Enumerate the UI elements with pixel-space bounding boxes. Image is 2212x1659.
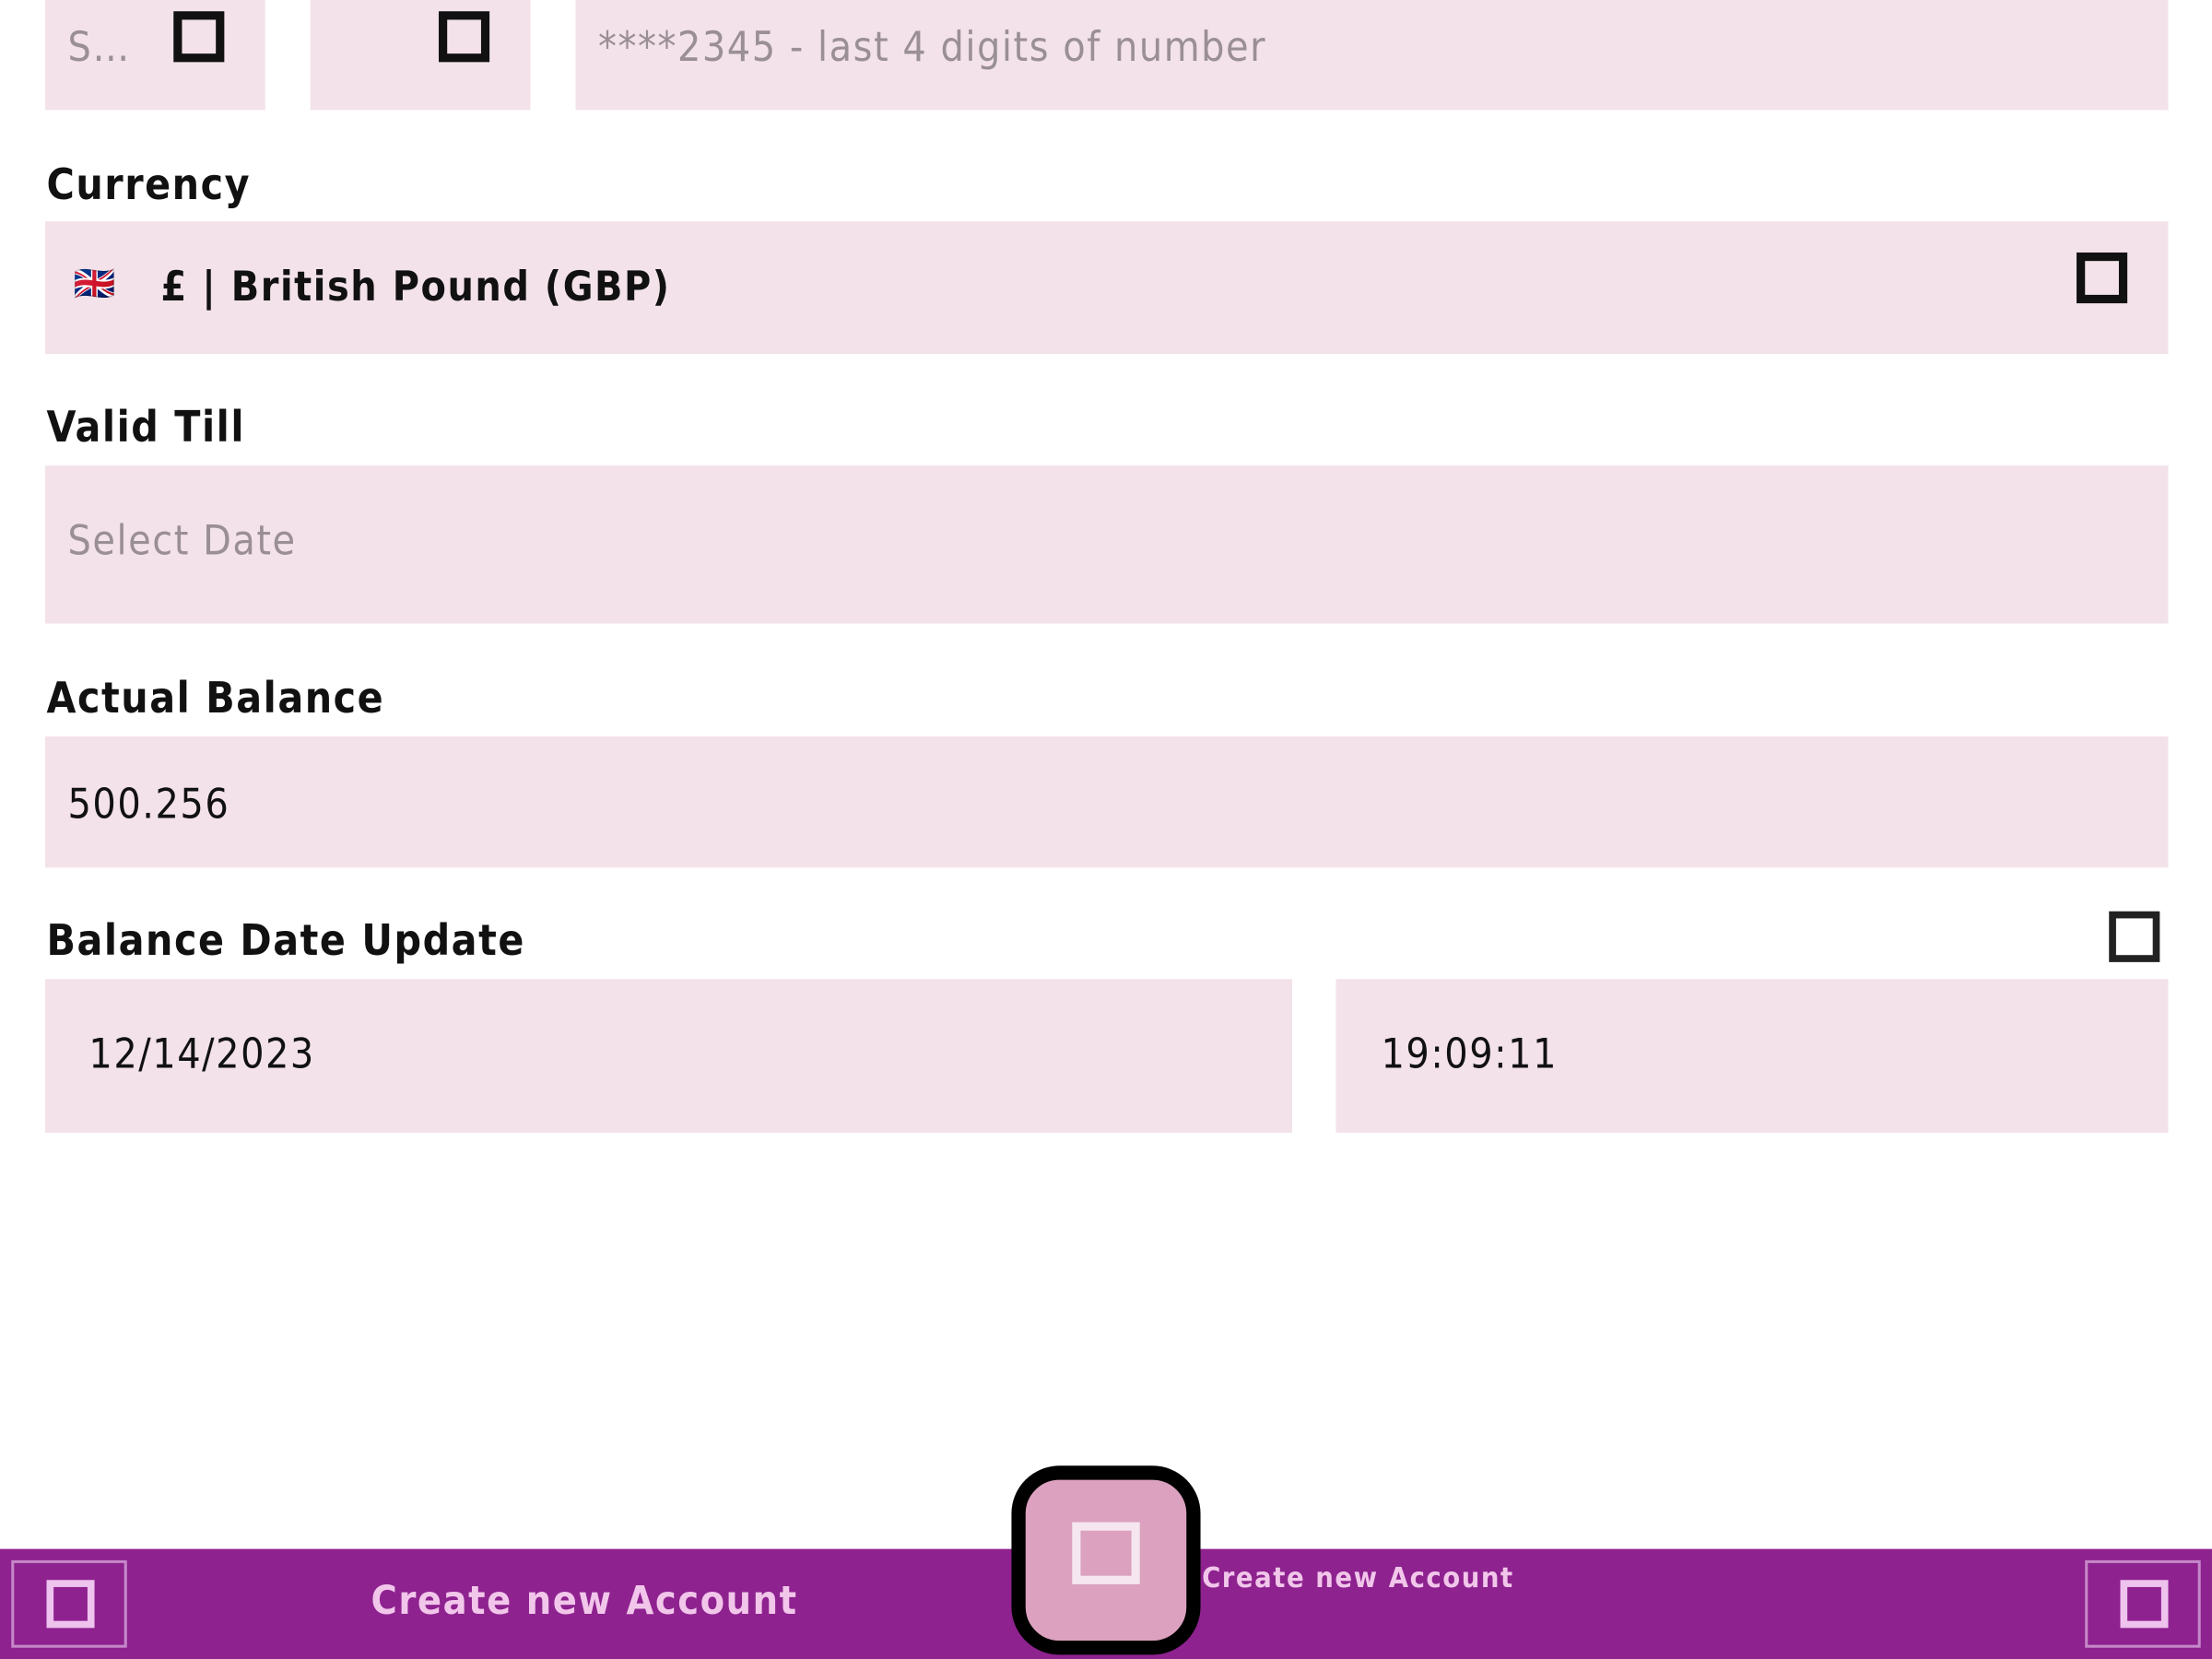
currency-value: £ | British Pound (GBP) [160,262,671,311]
balance-date-value: 12/14/2023 [88,1030,315,1078]
app-screen: S… ****2345 - last 4 digits of number Cu… [0,0,2212,1659]
currency-flag: 🇬🇧 [73,264,117,304]
checkbox-icon[interactable] [2109,911,2160,962]
actual-balance-label: Actual Balance [46,674,385,724]
settings-icon [2120,1580,2169,1629]
account-type-value: S… [67,22,131,71]
card-type-select[interactable] [310,0,531,111]
last-digits-placeholder: ****2345 - last 4 digits of number [597,22,1267,71]
actual-balance-input[interactable]: 500.256 [44,735,2169,868]
create-account-fab[interactable] [1011,1465,1201,1655]
currency-select[interactable]: 🇬🇧 £ | British Pound (GBP) [44,221,2169,355]
balance-date-input[interactable]: 12/14/2023 [44,979,1293,1134]
bottom-right-button[interactable] [2085,1559,2201,1648]
fab-caption: Create new Account [1202,1559,1514,1594]
balance-date-update-label: Balance Date Update [46,916,525,967]
menu-icon [46,1580,95,1629]
balance-time-value: 19:09:11 [1381,1030,1559,1078]
create-account-label[interactable]: Create new Account [371,1577,798,1624]
valid-till-placeholder: Select Date [67,516,297,565]
dropdown-icon[interactable] [439,11,490,63]
dropdown-icon[interactable] [2077,252,2128,304]
valid-till-label: Valid Till [46,403,246,453]
dropdown-icon[interactable] [173,11,225,63]
balance-time-input[interactable]: 19:09:11 [1335,979,2169,1134]
actual-balance-value: 500.256 [67,780,230,829]
currency-label: Currency [46,160,252,211]
add-icon [1072,1522,1140,1584]
bottom-left-button[interactable] [11,1559,127,1648]
account-type-select[interactable]: S… [44,0,265,111]
last-digits-input[interactable]: ****2345 - last 4 digits of number [575,0,2169,111]
valid-till-input[interactable]: Select Date [44,465,2169,624]
